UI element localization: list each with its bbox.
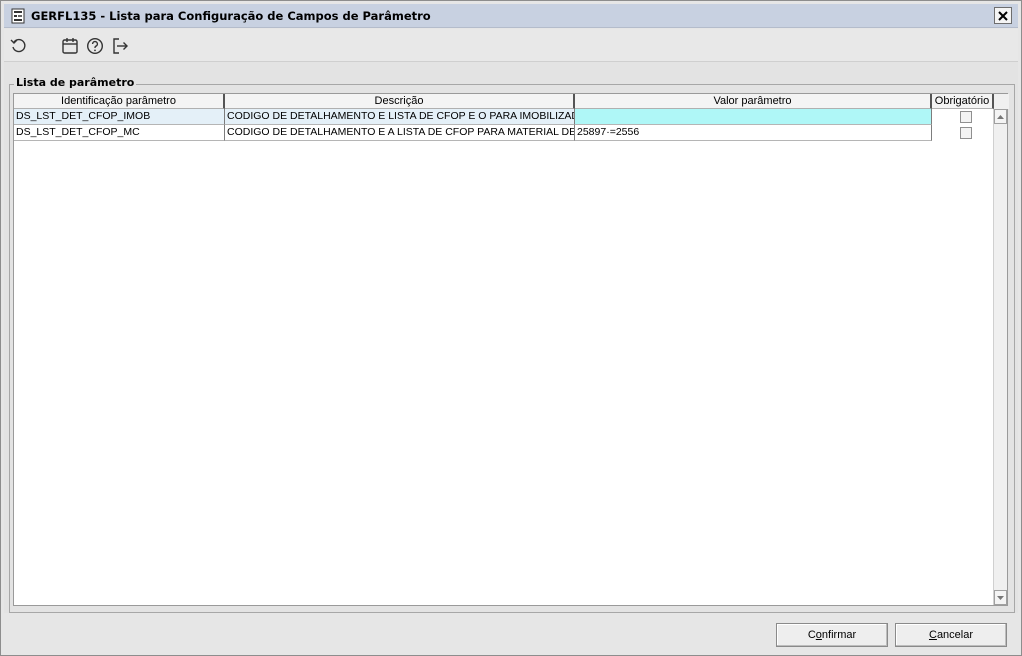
cancelar-button[interactable]: Cancelar xyxy=(895,623,1007,647)
group-legend: Lista de parâmetro xyxy=(14,76,137,89)
obrigatorio-checkbox[interactable] xyxy=(960,111,972,123)
content-area: Lista de parâmetro Identificação parâmet… xyxy=(4,61,1018,613)
scroll-down-button[interactable] xyxy=(994,590,1007,605)
cell-identificacao[interactable]: DS_LST_DET_CFOP_MC xyxy=(14,125,225,141)
dialog-window: GERFL135 - Lista para Configuração de Ca… xyxy=(0,0,1022,656)
cancelar-mnemonic: C xyxy=(928,629,937,641)
col-header-descricao[interactable]: Descrição xyxy=(225,94,575,109)
cell-valor[interactable] xyxy=(575,109,932,125)
confirmar-label-prefix: C xyxy=(807,629,816,641)
arrow-down-icon xyxy=(997,595,1004,600)
toolbar xyxy=(4,29,1018,61)
grid-header: Identificação parâmetro Descrição Valor … xyxy=(14,94,1009,109)
arrow-up-icon xyxy=(997,114,1004,119)
vertical-scrollbar[interactable] xyxy=(993,109,1007,605)
cell-identificacao[interactable]: DS_LST_DET_CFOP_IMOB xyxy=(14,109,225,125)
col-header-obrigatorio[interactable]: Obrigatório xyxy=(932,94,994,109)
cancelar-label-rest: ancelar xyxy=(936,629,974,641)
help-icon[interactable] xyxy=(86,37,104,55)
cell-descricao[interactable]: CODIGO DE DETALHAMENTO E LISTA DE CFOP E… xyxy=(225,109,575,125)
window-title: GERFL135 - Lista para Configuração de Ca… xyxy=(31,9,431,23)
refresh-icon[interactable] xyxy=(10,37,28,55)
cell-descricao[interactable]: CODIGO DE DETALHAMENTO E A LISTA DE CFOP… xyxy=(225,125,575,141)
close-button[interactable] xyxy=(994,7,1012,24)
confirmar-button[interactable]: Confirmar xyxy=(776,623,888,647)
title-bar: GERFL135 - Lista para Configuração de Ca… xyxy=(4,4,1018,28)
cell-valor[interactable]: 25897·=2556 xyxy=(575,125,932,141)
close-icon xyxy=(998,10,1008,21)
scroll-up-button[interactable] xyxy=(994,109,1007,124)
calendar-icon[interactable] xyxy=(61,37,79,55)
exit-icon[interactable] xyxy=(111,37,129,55)
parameter-grid[interactable]: Identificação parâmetro Descrição Valor … xyxy=(13,93,1009,606)
obrigatorio-checkbox[interactable] xyxy=(960,127,972,139)
col-header-identificacao[interactable]: Identificação parâmetro xyxy=(14,94,225,109)
document-form-icon xyxy=(11,8,25,24)
confirmar-label-rest: nfirmar xyxy=(821,629,857,641)
col-header-valor[interactable]: Valor parâmetro xyxy=(575,94,932,109)
